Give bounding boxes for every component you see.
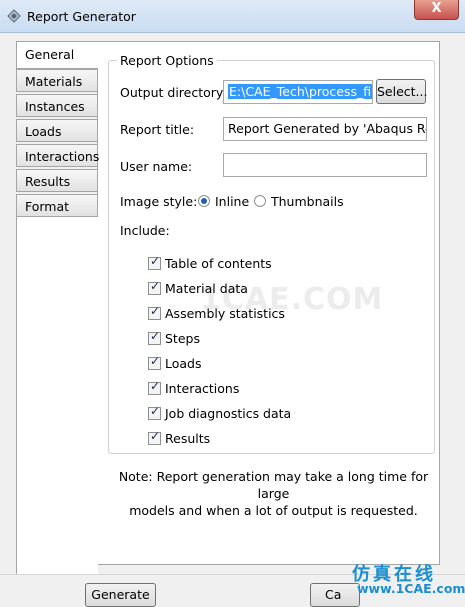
note-line: Note: Report generation may take a long …	[118, 469, 429, 501]
report-title-field[interactable]: Report Generated by 'Abaqus Rep	[223, 117, 427, 141]
results-checkbox[interactable]: ✓	[148, 429, 161, 445]
steps-checkbox[interactable]: ✓	[148, 329, 161, 345]
job-diagnostics-label: Job diagnostics data	[165, 406, 292, 421]
material-data-checkbox[interactable]: ✓	[148, 279, 161, 295]
output-directory-field[interactable]: E:\CAE_Tech\process_file	[223, 80, 373, 104]
interactions-label: Interactions	[165, 381, 240, 396]
tab-label: Results	[25, 174, 71, 189]
checkmark-icon: ✓	[150, 379, 161, 393]
interactions-checkbox[interactable]: ✓	[148, 379, 161, 395]
loads-checkbox[interactable]: ✓	[148, 354, 161, 370]
tab-materials[interactable]: Materials	[16, 69, 98, 92]
inline-radio-label: Inline	[215, 194, 250, 209]
results-label: Results	[165, 431, 211, 446]
checkmark-icon: ✓	[150, 429, 161, 443]
output-directory-label: Output directory:	[120, 85, 227, 100]
cancel-button[interactable]: Ca	[310, 583, 360, 607]
tab-interactions[interactable]: Interactions	[16, 144, 100, 167]
report-options-title: Report Options	[117, 53, 217, 68]
tab-label: Loads	[25, 124, 62, 139]
select-button[interactable]: Select...	[376, 79, 427, 104]
window-title: Report Generator	[27, 9, 136, 24]
tab-label: Format	[25, 199, 70, 214]
user-name-label: User name:	[120, 159, 193, 174]
tab-instances[interactable]: Instances	[16, 94, 98, 117]
title-bar: Report Generator X	[0, 0, 465, 33]
tab-label: Materials	[25, 74, 83, 89]
thumbnails-radio-label: Thumbnails	[271, 194, 344, 209]
thumbnails-radio[interactable]	[254, 195, 266, 207]
tab-strip-background	[16, 215, 98, 575]
close-icon: X	[431, 1, 442, 16]
brand-url: www.1CAE.com	[357, 581, 465, 596]
material-data-label: Material data	[165, 281, 248, 296]
checkmark-icon: ✓	[150, 354, 161, 368]
user-name-field[interactable]	[223, 153, 427, 177]
loads-label: Loads	[165, 356, 202, 371]
tab-label: Interactions	[25, 149, 100, 164]
image-style-label: Image style:	[120, 194, 198, 209]
assembly-statistics-checkbox[interactable]: ✓	[148, 304, 161, 320]
tab-general[interactable]: General	[16, 41, 98, 69]
close-button[interactable]: X	[414, 0, 459, 20]
note-line: models and when a lot of output is reque…	[129, 503, 418, 518]
tab-results[interactable]: Results	[16, 169, 98, 192]
tab-label: General	[25, 47, 75, 62]
table-of-contents-checkbox[interactable]: ✓	[148, 254, 161, 270]
include-label: Include:	[120, 223, 170, 238]
checkmark-icon: ✓	[150, 254, 161, 268]
checkmark-icon: ✓	[150, 279, 161, 293]
tab-format[interactable]: Format	[16, 194, 98, 217]
table-of-contents-label: Table of contents	[165, 256, 272, 271]
checkmark-icon: ✓	[150, 404, 161, 418]
output-directory-value: E:\CAE_Tech\process_file	[228, 84, 372, 99]
tab-loads[interactable]: Loads	[16, 119, 98, 142]
generation-note: Note: Report generation may take a long …	[107, 468, 440, 519]
job-diagnostics-checkbox[interactable]: ✓	[148, 404, 161, 420]
app-icon	[7, 9, 21, 23]
checkmark-icon: ✓	[150, 329, 161, 343]
report-title-label: Report title:	[120, 122, 195, 137]
assembly-statistics-label: Assembly statistics	[165, 306, 285, 321]
steps-label: Steps	[165, 331, 200, 346]
inline-radio[interactable]	[198, 195, 210, 207]
checkmark-icon: ✓	[150, 304, 161, 318]
tab-label: Instances	[25, 99, 85, 114]
generate-button[interactable]: Generate	[85, 583, 156, 607]
